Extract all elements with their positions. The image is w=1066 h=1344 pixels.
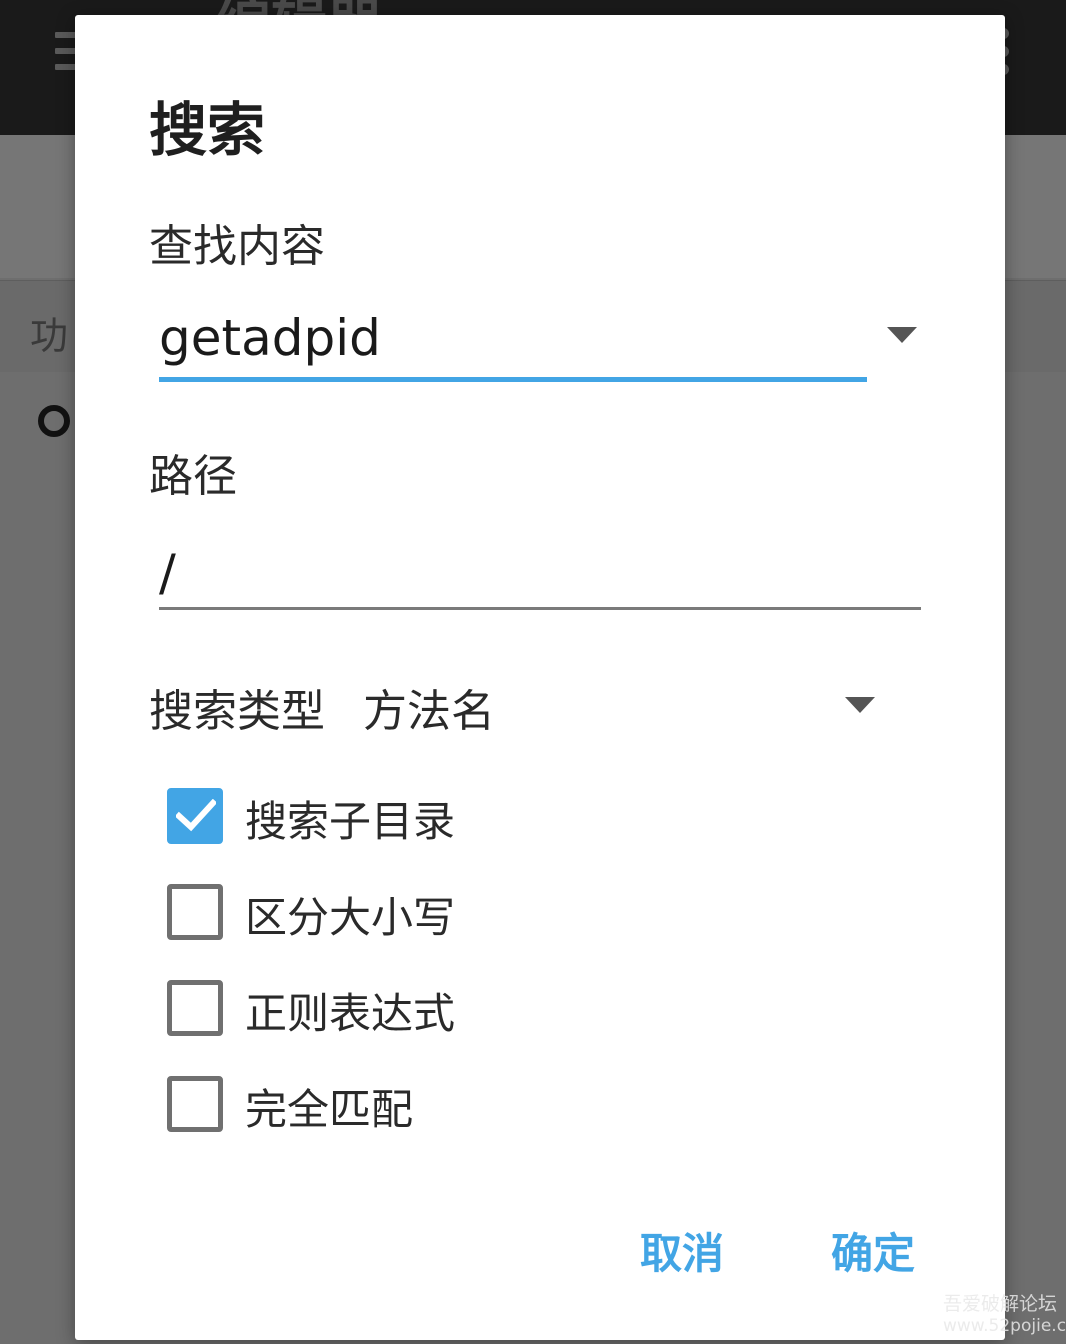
search-type-label: 搜索类型 <box>149 686 325 737</box>
query-input[interactable] <box>159 305 867 371</box>
query-history-dropdown-icon[interactable] <box>887 327 917 343</box>
ok-button[interactable]: 确定 <box>831 1220 915 1281</box>
checkbox-checked-icon[interactable] <box>167 788 223 844</box>
search-dialog: 搜索 查找内容 路径 搜索类型 方法名 搜索子目录 区分大小写 正则表达式 完全… <box>75 15 1005 1340</box>
option-regex[interactable]: 正则表达式 <box>167 978 687 1038</box>
search-type-value: 方法名 <box>363 686 495 737</box>
option-label: 正则表达式 <box>245 989 456 1038</box>
search-type-dropdown-icon[interactable] <box>845 697 875 713</box>
search-type-selector[interactable]: 搜索类型 方法名 <box>149 675 879 737</box>
watermark: 吾爱破解论坛 www.52pojie.cn <box>943 1293 1066 1337</box>
query-label: 查找内容 <box>149 221 325 272</box>
option-label: 完全匹配 <box>245 1085 414 1134</box>
path-input[interactable] <box>159 540 921 606</box>
checkbox-icon[interactable] <box>167 1076 223 1132</box>
path-label: 路径 <box>149 451 237 502</box>
option-search-subdirectories[interactable]: 搜索子目录 <box>167 786 687 846</box>
option-label: 搜索子目录 <box>245 797 456 846</box>
watermark-title: 吾爱破解论坛 <box>943 1293 1058 1315</box>
path-underline <box>159 607 921 610</box>
search-icon[interactable] <box>38 405 70 437</box>
checkbox-icon[interactable] <box>167 884 223 940</box>
option-case-sensitive[interactable]: 区分大小写 <box>167 882 687 942</box>
option-label: 区分大小写 <box>245 893 456 942</box>
option-exact-match[interactable]: 完全匹配 <box>167 1074 687 1134</box>
watermark-url: www.52pojie.cn <box>943 1316 1066 1336</box>
query-underline <box>159 377 867 382</box>
checkbox-icon[interactable] <box>167 980 223 1036</box>
function-strip-label: 功 <box>30 314 69 358</box>
dialog-title: 搜索 <box>149 96 266 164</box>
cancel-button[interactable]: 取消 <box>640 1220 724 1281</box>
